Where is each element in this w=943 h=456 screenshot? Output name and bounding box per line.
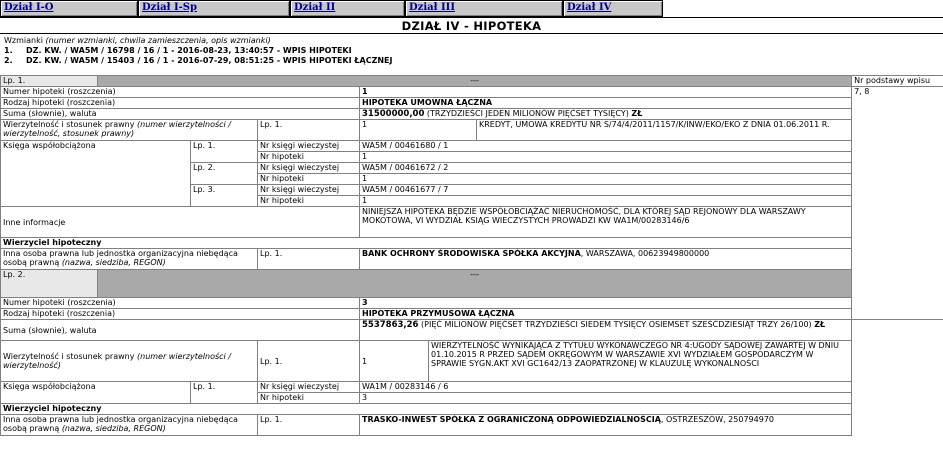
wierzytelnosc-label: Wierzytelność i stosunek prawny (numer w… [0, 119, 258, 141]
wzmianki-label: Wzmianki [4, 36, 43, 45]
numer-hipoteki-label: Numer hipoteki (roszczenia) [0, 297, 360, 309]
wierzyciel-details: , WARSZAWA, 00623949800000 [580, 249, 710, 259]
nr-hipoteki-label: Nr hipoteki [257, 173, 360, 185]
suma-value: 5537863,26 (PIĘĆ MILIONÓW PIĘĆSET TRZYDZ… [358, 319, 853, 341]
entry-lp: Lp. 1. [0, 75, 98, 87]
entry-header-row: Lp. 2. --- Nr podstawy wpisu [0, 269, 943, 298]
nr-hipoteki-value: 1 [358, 151, 853, 163]
entry-lp: Lp. 2. [0, 269, 98, 298]
nr-hipoteki-label: Nr hipoteki [257, 392, 360, 404]
nr-ksiegi-label: Nr księgi wieczystej [257, 381, 360, 393]
wierzyciel-lp: Lp. 1. [257, 248, 360, 270]
wierzytelnosc-text: KREDYT, UMOWA KREDYTU NR S/74/4/2011/115… [475, 119, 853, 141]
section-tabs: Dział I-O Dział I-Sp Dział II Dział III … [0, 0, 943, 17]
ksiega-label: Księga współobciążona [0, 140, 191, 207]
wierzyciel-value: TRASKO-INWEST SPÓŁKA Z OGRANICZONĄ ODPOW… [358, 414, 853, 436]
wzmianka-text: DZ. KW. / WA5M / 15403 / 16 / 1 - 2016-0… [26, 56, 393, 65]
rodzaj-hipoteki-value: HIPOTEKA PRZYMUSOWA ŁĄCZNA [358, 308, 853, 320]
wierzyciel-header: Wierzyciel hipoteczny [0, 403, 853, 415]
inne-value: NINIEJSZA HIPOTEKA BĘDZIE WSPÓŁOBCIĄŻAĆ … [358, 206, 853, 238]
tab-dzial-iii[interactable]: Dział III [405, 0, 563, 17]
wierzyciel-details: , OSTRZESZÓW, 250794970 [660, 415, 774, 425]
entry-separator: --- [96, 269, 853, 298]
suma-label: Suma (słownie), waluta [0, 319, 360, 341]
wierzyciel-lp: Lp. 1. [257, 414, 360, 436]
nr-ksiegi-value: WA5M / 00461677 / 7 [358, 184, 853, 196]
wierzyciel-name: BANK OCHRONY ŚRODOWISKA SPÓŁKA AKCYJNA [362, 249, 581, 259]
wierzytelnosc-number: 1 [359, 340, 429, 382]
suma-currency: ZŁ [814, 320, 826, 330]
rodzaj-hipoteki-value: HIPOTEKA UMOWNA ŁĄCZNA [358, 97, 853, 109]
wzmianki-hint: (numer wzmianki, chwila zamieszczenia, o… [45, 36, 271, 45]
nr-ksiegi-value: WA5M / 00461672 / 2 [358, 162, 853, 174]
ksiega-lp: Lp. 1. [190, 140, 258, 163]
tab-dzial-i-o[interactable]: Dział I-O [0, 0, 138, 17]
nr-ksiegi-label: Nr księgi wieczystej [257, 140, 360, 152]
wierzyciel-name: TRASKO-INWEST SPÓŁKA Z OGRANICZONĄ ODPOW… [362, 415, 661, 425]
nr-podstawy-value: 7, 8 [851, 86, 943, 320]
rodzaj-hipoteki-label: Rodzaj hipoteki (roszczenia) [0, 97, 360, 109]
wierzytelnosc-lp: Lp. 1. [257, 340, 360, 382]
inna-osoba-label: Inna osoba prawna lub jednostka organiza… [0, 248, 258, 270]
suma-label: Suma (słownie), waluta [0, 108, 360, 120]
wierzytelnosc-text: WIERZYTELNOŚĆ WYNIKAJĄCA Z TYTUŁU WYKONA… [427, 340, 853, 382]
nr-ksiegi-label: Nr księgi wieczystej [257, 184, 360, 196]
nr-hipoteki-value: 3 [358, 392, 853, 404]
inna-osoba-label: Inna osoba prawna lub jednostka organiza… [0, 414, 258, 436]
inne-label: Inne informacje [0, 206, 360, 238]
wzmianki-heading: Wzmianki (numer wzmianki, chwila zamiesz… [4, 36, 939, 46]
ksiega-lp: Lp. 3. [190, 184, 258, 207]
wierzytelnosc-number: 1 [359, 119, 477, 141]
suma-words: (TRZYDZIEŚCI JEDEN MILIONÓW PIĘĆSET TYSI… [426, 109, 629, 119]
entry-header-row: Lp. 1. --- Nr podstawy wpisu [0, 75, 943, 87]
wierzyciel-value: BANK OCHRONY ŚRODOWISKA SPÓŁKA AKCYJNA, … [358, 248, 853, 270]
wzmianka-number: 1. [4, 46, 13, 55]
wierzytelnosc-label: Wierzytelność i stosunek prawny (numer w… [0, 340, 258, 382]
tab-dzial-ii[interactable]: Dział II [290, 0, 405, 17]
nr-hipoteki-value: 1 [358, 173, 853, 185]
wzmianki-section: Wzmianki (numer wzmianki, chwila zamiesz… [0, 34, 943, 66]
wzmianka-number: 2. [4, 56, 13, 65]
ksiega-lp: Lp. 1. [190, 381, 258, 404]
page-title: DZIAŁ IV - HIPOTEKA [0, 17, 943, 34]
nr-hipoteki-value: 1 [358, 195, 853, 207]
nr-hipoteki-label: Nr hipoteki [257, 151, 360, 163]
wierzyciel-header: Wierzyciel hipoteczny [0, 237, 853, 249]
tab-dzial-i-sp[interactable]: Dział I-Sp [138, 0, 290, 17]
entry-separator: --- [96, 75, 853, 87]
suma-value: 31500000,00 (TRZYDZIEŚCI JEDEN MILIONÓW … [358, 108, 853, 120]
numer-hipoteki-value: 3 [358, 297, 853, 309]
wierzytelnosc-lp: Lp. 1. [257, 119, 360, 141]
numer-hipoteki-label: Numer hipoteki (roszczenia) [0, 86, 360, 98]
nr-ksiegi-value: WA5M / 00461680 / 1 [358, 140, 853, 152]
suma-amount: 31500000,00 [362, 109, 425, 119]
numer-hipoteki-value: 1 [358, 86, 853, 98]
wzmianka-row: 1. DZ. KW. / WA5M / 16798 / 16 / 1 - 201… [4, 46, 939, 56]
tab-dzial-iv[interactable]: Dział IV [563, 0, 663, 17]
hipoteka-table: Lp. 1. --- Nr podstawy wpisu Numer hipot… [0, 75, 943, 436]
nr-podstawy-label: Nr podstawy wpisu [851, 75, 943, 87]
nr-ksiegi-value: WA1M / 00283146 / 6 [358, 381, 853, 393]
ksiega-lp: Lp. 2. [190, 162, 258, 185]
suma-amount: 5537863,26 [362, 320, 419, 330]
nr-hipoteki-label: Nr hipoteki [257, 195, 360, 207]
suma-words: (PIĘĆ MILIONÓW PIĘĆSET TRZYDZIEŚCI SIEDE… [421, 320, 812, 330]
wzmianka-text: DZ. KW. / WA5M / 16798 / 16 / 1 - 2016-0… [26, 46, 352, 55]
nr-ksiegi-label: Nr księgi wieczystej [257, 162, 360, 174]
suma-currency: ZŁ [631, 109, 643, 119]
wzmianka-row: 2. DZ. KW. / WA5M / 15403 / 16 / 1 - 201… [4, 56, 939, 66]
ksiega-label: Księga współobciążona [0, 381, 191, 404]
rodzaj-hipoteki-label: Rodzaj hipoteki (roszczenia) [0, 308, 360, 320]
